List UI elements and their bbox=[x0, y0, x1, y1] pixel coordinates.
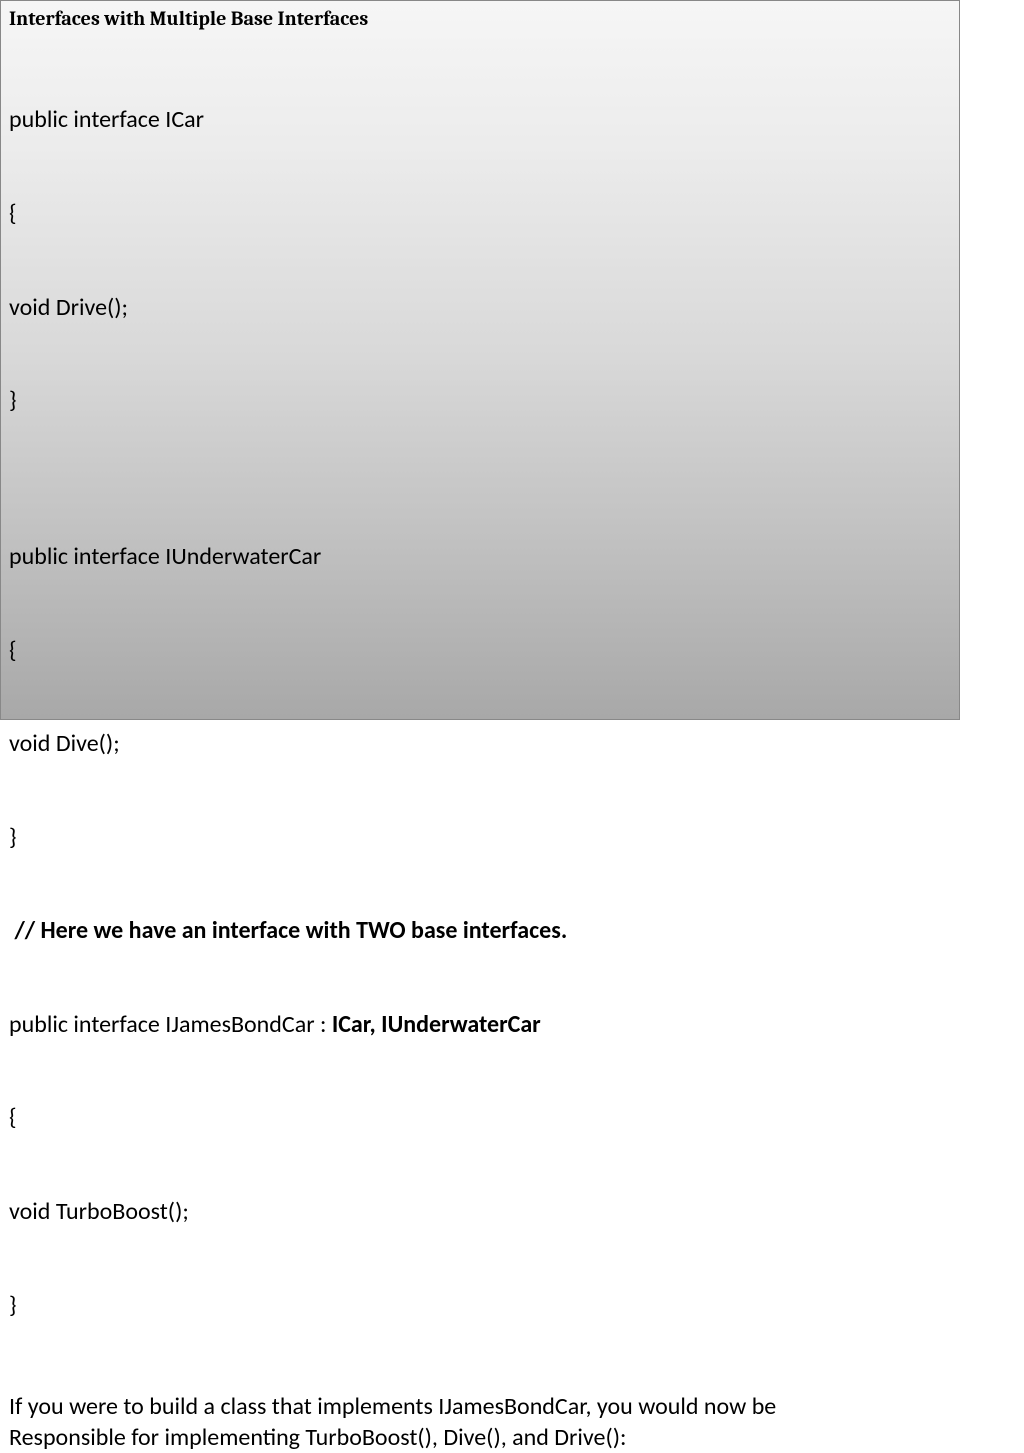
slide-note: If you were to build a class that implem… bbox=[9, 1391, 951, 1453]
code-iunder-method: void Dive(); bbox=[9, 728, 951, 759]
code-icar-decl: public interface ICar bbox=[9, 104, 951, 135]
code-open-brace-2: { bbox=[9, 635, 951, 666]
slide-panel: Interfaces with Multiple Base Interfaces… bbox=[0, 0, 960, 720]
slide-title: Interfaces with Multiple Base Interfaces bbox=[9, 7, 951, 30]
code-close-brace-3: } bbox=[9, 1290, 951, 1321]
note-line-2: Responsible for implementing TurboBoost(… bbox=[9, 1422, 951, 1453]
code-ijames-method: void TurboBoost(); bbox=[9, 1196, 951, 1227]
code-icar-method: void Drive(); bbox=[9, 292, 951, 323]
note-line-1: If you were to build a class that implem… bbox=[9, 1391, 951, 1422]
code-close-brace-1: } bbox=[9, 385, 951, 416]
code-close-brace-2: } bbox=[9, 822, 951, 853]
code-ijames-bases: ICar, IUnderwaterCar bbox=[332, 1010, 541, 1039]
code-comment: // Here we have an interface with TWO ba… bbox=[9, 915, 951, 946]
code-iunder-decl: public interface IUnderwaterCar bbox=[9, 541, 951, 572]
code-ijames-decl: public interface IJamesBondCar : ICar, I… bbox=[9, 1009, 951, 1040]
code-ijames-decl-prefix: public interface IJamesBondCar : bbox=[9, 1010, 332, 1039]
code-open-brace-3: { bbox=[9, 1102, 951, 1133]
code-block: public interface ICar { void Drive(); } … bbox=[9, 42, 951, 1383]
code-open-brace-1: { bbox=[9, 198, 951, 229]
